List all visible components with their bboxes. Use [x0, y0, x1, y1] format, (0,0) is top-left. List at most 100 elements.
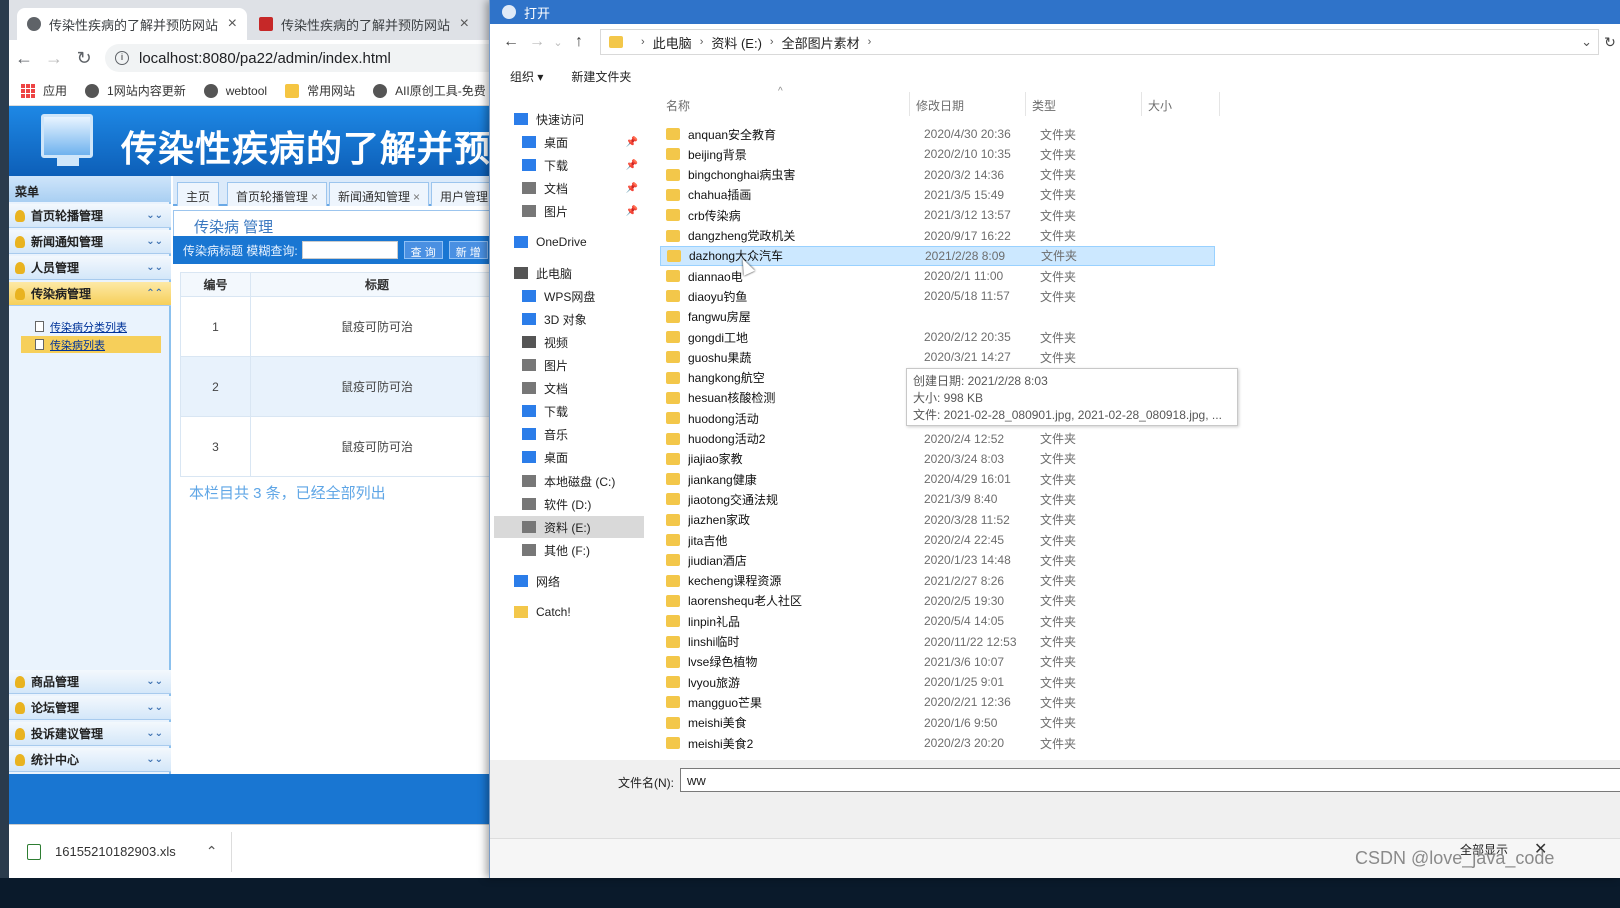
nav-item[interactable]: 快速访问: [494, 108, 644, 130]
menu-news[interactable]: 新闻通知管理 ⌄⌄: [9, 230, 171, 254]
file-row[interactable]: crb传染病 2021/3/12 13:57 文件夹: [660, 205, 1215, 225]
chevron-up-icon[interactable]: ⌃: [206, 843, 218, 860]
nav-item[interactable]: 文档: [494, 377, 644, 399]
nav-item[interactable]: 视频: [494, 331, 644, 353]
file-row[interactable]: diaoyu钓鱼 2020/5/18 11:57 文件夹: [660, 286, 1215, 306]
close-icon[interactable]: ×: [228, 15, 237, 33]
close-icon[interactable]: ×: [413, 190, 420, 204]
nav-item[interactable]: 资料 (E:): [494, 516, 644, 538]
breadcrumb-item[interactable]: 资料 (E:): [711, 33, 762, 52]
nav-item[interactable]: 此电脑: [494, 262, 644, 284]
download-filename[interactable]: 16155210182903.xls: [55, 844, 176, 859]
file-row[interactable]: fangwu房屋: [660, 307, 1215, 327]
file-row[interactable]: beijing背景 2020/2/10 10:35 文件夹: [660, 144, 1215, 164]
info-icon[interactable]: i: [115, 51, 129, 65]
file-row[interactable]: jiankang健康 2020/4/29 16:01 文件夹: [660, 469, 1215, 489]
back-icon[interactable]: ←: [9, 48, 39, 69]
file-row[interactable]: chahua插画 2021/3/5 15:49 文件夹: [660, 185, 1215, 205]
column-date[interactable]: 修改日期: [910, 92, 1026, 116]
close-icon[interactable]: ×: [460, 15, 469, 33]
chevron-down-icon[interactable]: ⌄: [550, 36, 566, 49]
nav-item[interactable]: 图片: [494, 354, 644, 376]
search-button[interactable]: 查 询: [403, 241, 443, 259]
breadcrumb[interactable]: › 此电脑 › 资料 (E:) › 全部图片素材 › ⌄: [600, 29, 1599, 55]
submenu-disease-list[interactable]: 传染病列表: [21, 336, 161, 353]
file-row[interactable]: dangzheng党政机关 2020/9/17 16:22 文件夹: [660, 226, 1215, 246]
nav-item[interactable]: 下载: [494, 400, 644, 422]
menu-complaints[interactable]: 投诉建议管理 ⌄⌄: [9, 722, 171, 746]
file-row[interactable]: jiajiao家教 2020/3/24 8:03 文件夹: [660, 449, 1215, 469]
tab-carousel[interactable]: 首页轮播管理 ×: [227, 182, 328, 206]
nav-item[interactable]: 文档 📌: [494, 177, 644, 199]
submenu-disease-category[interactable]: 传染病分类列表: [21, 318, 161, 335]
filename-input[interactable]: ww: [680, 768, 1620, 792]
nav-item[interactable]: 桌面 📌: [494, 131, 644, 153]
menu-people[interactable]: 人员管理 ⌄⌄: [9, 256, 171, 280]
tab-users[interactable]: 用户管理: [431, 182, 498, 206]
tab-news[interactable]: 新闻通知管理 ×: [329, 182, 430, 206]
file-row[interactable]: huodong活动2 2020/2/4 12:52 文件夹: [660, 429, 1215, 449]
nav-item[interactable]: Catch!: [494, 601, 644, 623]
nav-item[interactable]: 下载 📌: [494, 154, 644, 176]
table-row[interactable]: 1 鼠疫可防可治: [180, 296, 504, 357]
file-row[interactable]: gongdi工地 2020/2/12 20:35 文件夹: [660, 327, 1215, 347]
browser-tab[interactable]: 传染性疾病的了解并预防网站 ×: [249, 8, 479, 40]
nav-item[interactable]: WPS网盘: [494, 285, 644, 307]
nav-item[interactable]: 桌面: [494, 446, 644, 468]
file-row[interactable]: laorenshequ老人社区 2020/2/5 19:30 文件夹: [660, 591, 1215, 611]
menu-disease[interactable]: 传染病管理 ⌃⌃: [9, 282, 171, 306]
nav-item[interactable]: 其他 (F:): [494, 539, 644, 561]
file-row[interactable]: jiazhen家政 2020/3/28 11:52 文件夹: [660, 510, 1215, 530]
file-row[interactable]: kecheng课程资源 2021/2/27 8:26 文件夹: [660, 571, 1215, 591]
nav-item[interactable]: 3D 对象: [494, 308, 644, 330]
dialog-titlebar[interactable]: 打开: [490, 0, 1620, 24]
table-row[interactable]: 3 鼠疫可防可治: [180, 416, 504, 477]
bookmark-folder[interactable]: 常用网站: [285, 82, 355, 99]
breadcrumb-item[interactable]: 此电脑: [653, 33, 692, 52]
file-row[interactable]: bingchonghai病虫害 2020/3/2 14:36 文件夹: [660, 165, 1215, 185]
file-row[interactable]: mangguo芒果 2020/2/21 12:36 文件夹: [660, 692, 1215, 712]
add-button[interactable]: 新 增: [448, 241, 488, 259]
nav-item[interactable]: OneDrive: [494, 231, 644, 253]
close-icon[interactable]: ×: [311, 190, 318, 204]
file-row[interactable]: linpin礼品 2020/5/4 14:05 文件夹: [660, 611, 1215, 631]
nav-item[interactable]: 图片 📌: [494, 200, 644, 222]
bookmark[interactable]: AII原创工具-免费: [373, 82, 486, 99]
menu-stats[interactable]: 统计中心 ⌄⌄: [9, 748, 171, 772]
file-row[interactable]: guoshu果蔬 2020/3/21 14:27 文件夹: [660, 347, 1215, 367]
new-folder-button[interactable]: 新建文件夹: [571, 68, 631, 85]
column-size[interactable]: 大小: [1142, 92, 1220, 116]
browser-tab-active[interactable]: 传染性疾病的了解并预防网站 ×: [17, 8, 247, 40]
bookmark[interactable]: 1网站内容更新: [85, 82, 186, 99]
forward-icon[interactable]: →: [524, 33, 550, 51]
file-row[interactable]: lvyou旅游 2020/1/25 9:01 文件夹: [660, 672, 1215, 692]
file-row[interactable]: anquan安全教育 2020/4/30 20:36 文件夹: [660, 124, 1215, 144]
bookmark[interactable]: webtool: [203, 83, 267, 98]
nav-item[interactable]: 网络: [494, 570, 644, 592]
breadcrumb-item[interactable]: 全部图片素材: [782, 33, 860, 52]
menu-carousel[interactable]: 首页轮播管理 ⌄⌄: [9, 204, 171, 228]
forward-icon[interactable]: →: [39, 48, 69, 69]
chevron-down-icon[interactable]: ⌄: [1581, 34, 1592, 50]
nav-item[interactable]: 音乐: [494, 423, 644, 445]
tab-home[interactable]: 主页: [177, 182, 220, 206]
file-row[interactable]: meishi美食 2020/1/6 9:50 文件夹: [660, 713, 1215, 733]
nav-item[interactable]: 本地磁盘 (C:): [494, 470, 644, 492]
file-row[interactable]: lvse绿色植物 2021/3/6 10:07 文件夹: [660, 652, 1215, 672]
up-icon[interactable]: ↑: [566, 33, 592, 51]
refresh-icon[interactable]: ↻: [1599, 34, 1620, 51]
nav-item[interactable]: 软件 (D:): [494, 493, 644, 515]
organize-button[interactable]: 组织 ▾: [510, 68, 543, 85]
menu-goods[interactable]: 商品管理 ⌄⌄: [9, 670, 171, 694]
file-row[interactable]: linshi临时 2020/11/22 12:53 文件夹: [660, 632, 1215, 652]
back-icon[interactable]: ←: [498, 33, 524, 51]
column-name[interactable]: 名称: [660, 92, 910, 116]
reload-icon[interactable]: ↻: [69, 48, 99, 69]
table-row[interactable]: 2 鼠疫可防可治: [180, 356, 504, 417]
file-row[interactable]: meishi美食2 2020/2/3 20:20 文件夹: [660, 733, 1215, 753]
bookmark-apps[interactable]: 应用: [21, 82, 67, 99]
url-field[interactable]: i localhost:8080/pa22/admin/index.html: [105, 44, 504, 72]
menu-forum[interactable]: 论坛管理 ⌄⌄: [9, 696, 171, 720]
file-row[interactable]: jita吉他 2020/2/4 22:45 文件夹: [660, 530, 1215, 550]
file-row[interactable]: jiudian酒店 2020/1/23 14:48 文件夹: [660, 550, 1215, 570]
